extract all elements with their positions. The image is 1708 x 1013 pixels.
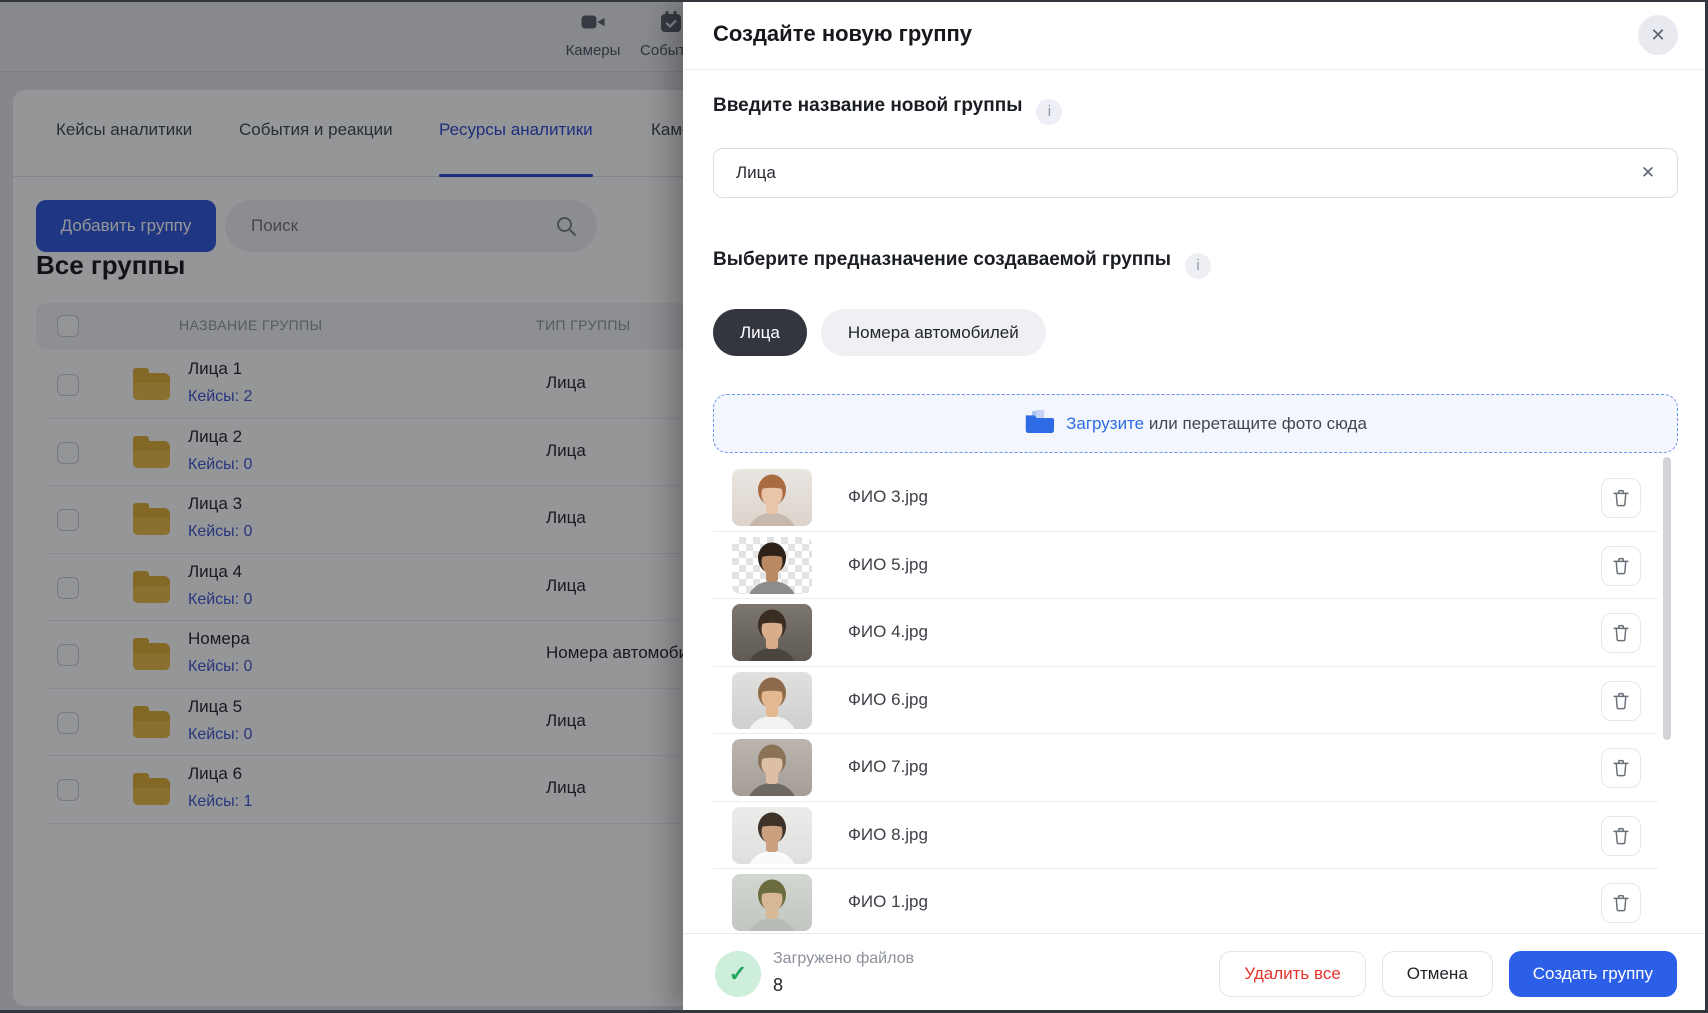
file-name: ФИО 1.jpg (848, 892, 928, 912)
uploaded-files-list: ФИО 3.jpg (683, 464, 1708, 933)
delete-file-button[interactable] (1601, 816, 1641, 856)
delete-file-button[interactable] (1601, 883, 1641, 923)
purpose-section-label: Выберите предназначение создаваемой груп… (713, 249, 1211, 279)
face-placeholder (732, 537, 812, 594)
file-thumbnail (732, 537, 812, 594)
file-name: ФИО 4.jpg (848, 622, 928, 642)
delete-file-button[interactable] (1601, 613, 1641, 653)
file-name: ФИО 7.jpg (848, 757, 928, 777)
purpose-option-faces[interactable]: Лица (713, 309, 807, 356)
trash-icon (1610, 622, 1632, 644)
face-placeholder (732, 739, 812, 796)
info-icon[interactable]: i (1036, 99, 1062, 125)
dropzone-text: Загрузите или перетащите фото сюда (1066, 414, 1367, 434)
file-name: ФИО 8.jpg (848, 825, 928, 845)
trash-icon (1610, 825, 1632, 847)
uploaded-files-count: 8 (773, 975, 783, 996)
file-row: ФИО 1.jpg (683, 869, 1708, 933)
face-placeholder (732, 604, 812, 661)
file-thumbnail (732, 807, 812, 864)
purpose-option-plates[interactable]: Номера автомобилей (821, 309, 1046, 356)
modal-title: Создайте новую группу (713, 21, 972, 47)
face-placeholder (732, 807, 812, 864)
success-check-icon: ✓ (715, 951, 761, 997)
modal-header: Создайте новую группу ✕ (683, 0, 1708, 70)
footer-buttons: Удалить все Отмена Создать группу (1219, 951, 1677, 997)
file-list-scrollbar[interactable] (1663, 457, 1671, 740)
info-icon[interactable]: i (1185, 253, 1211, 279)
file-row: ФИО 7.jpg (683, 734, 1708, 802)
group-name-field: ✕ (713, 148, 1678, 198)
file-thumbnail (732, 874, 812, 931)
create-group-modal: Создайте новую группу ✕ Введите название… (683, 0, 1708, 1013)
cancel-button[interactable]: Отмена (1382, 951, 1493, 997)
uploaded-files-label: Загружено файлов (773, 950, 914, 968)
modal-footer: ✓ Загружено файлов 8 Удалить все Отмена … (683, 933, 1708, 1013)
face-placeholder (732, 469, 812, 526)
name-section-label: Введите название новой группы i (713, 95, 1062, 125)
file-row: ФИО 5.jpg (683, 532, 1708, 600)
trash-icon (1610, 487, 1632, 509)
file-row: ФИО 4.jpg (683, 599, 1708, 667)
dropzone-upload-link[interactable]: Загрузите (1066, 414, 1144, 433)
group-name-input[interactable] (713, 148, 1678, 198)
file-thumbnail (732, 739, 812, 796)
upload-folder-icon (1024, 409, 1054, 439)
file-name: ФИО 5.jpg (848, 555, 928, 575)
purpose-toggle: Лица Номера автомобилей (713, 309, 1046, 356)
app-screen: Камеры События Кейсы аналитики События и… (0, 0, 1708, 1013)
trash-icon (1610, 757, 1632, 779)
dropzone-rest-text: или перетащите фото сюда (1149, 414, 1367, 433)
create-group-button[interactable]: Создать группу (1509, 951, 1677, 997)
delete-all-button[interactable]: Удалить все (1219, 951, 1365, 997)
face-placeholder (732, 874, 812, 931)
file-row: ФИО 6.jpg (683, 667, 1708, 735)
file-row: ФИО 3.jpg (683, 464, 1708, 532)
window-edge-top (0, 0, 1708, 2)
clear-input-button[interactable]: ✕ (1636, 161, 1660, 185)
trash-icon (1610, 555, 1632, 577)
photo-dropzone[interactable]: Загрузите или перетащите фото сюда (713, 394, 1678, 453)
delete-file-button[interactable] (1601, 681, 1641, 721)
file-thumbnail (732, 672, 812, 729)
close-icon: ✕ (1650, 25, 1665, 45)
clear-icon: ✕ (1641, 163, 1655, 182)
delete-file-button[interactable] (1601, 546, 1641, 586)
file-name: ФИО 3.jpg (848, 487, 928, 507)
trash-icon (1610, 892, 1632, 914)
file-name: ФИО 6.jpg (848, 690, 928, 710)
purpose-section-label-text: Выберите предназначение создаваемой груп… (713, 249, 1171, 270)
file-thumbnail (732, 469, 812, 526)
face-placeholder (732, 672, 812, 729)
file-thumbnail (732, 604, 812, 661)
file-row: ФИО 8.jpg (683, 802, 1708, 870)
close-modal-button[interactable]: ✕ (1638, 15, 1678, 55)
delete-file-button[interactable] (1601, 748, 1641, 788)
delete-file-button[interactable] (1601, 478, 1641, 518)
trash-icon (1610, 690, 1632, 712)
name-section-label-text: Введите название новой группы (713, 95, 1022, 116)
